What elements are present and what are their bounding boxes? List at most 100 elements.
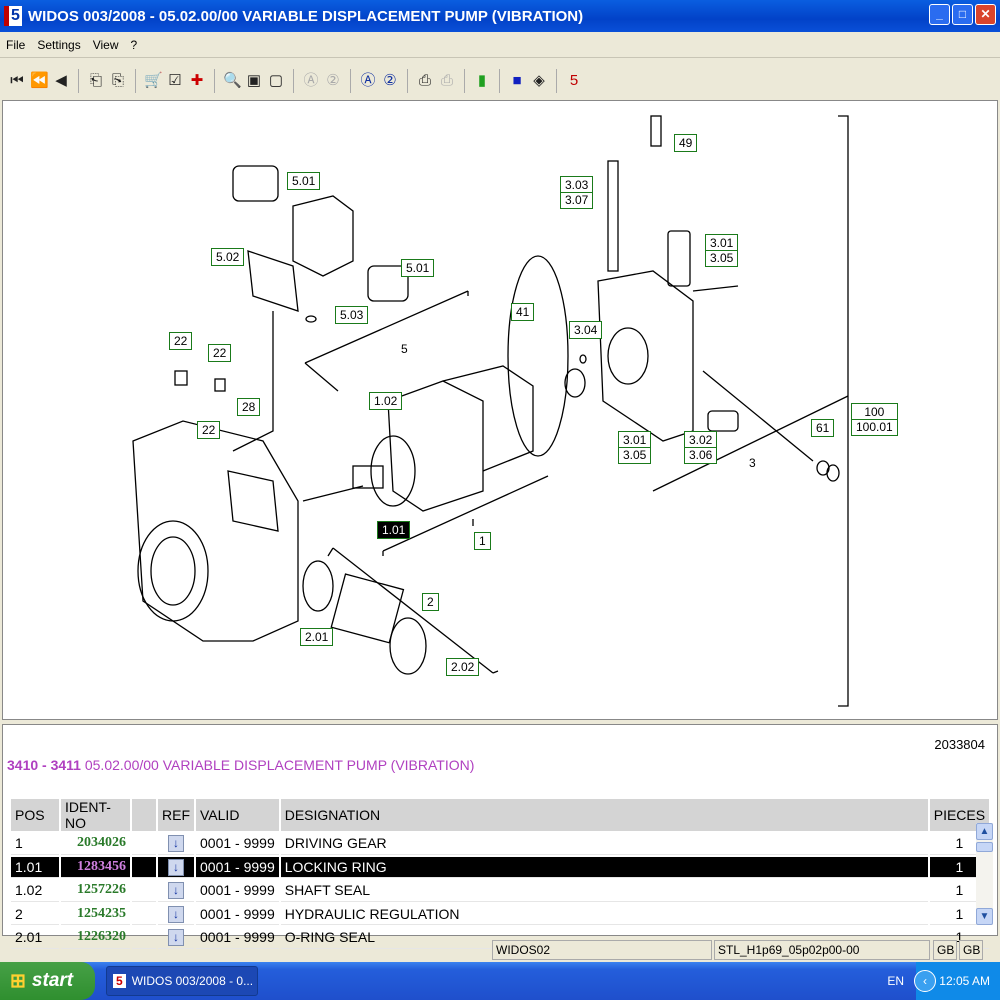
toolbar-separator — [293, 69, 294, 93]
callout-22[interactable]: 22 — [197, 421, 221, 439]
eu-flag-icon[interactable]: ■ — [508, 70, 526, 92]
cell-pos: 2 — [11, 904, 59, 925]
menu-settings[interactable]: Settings — [37, 38, 80, 52]
toolbar-separator — [78, 69, 79, 93]
minimize-button[interactable]: _ — [929, 4, 950, 25]
taskbar-widos-window[interactable]: 5 WIDOS 003/2008 - 0... — [106, 966, 258, 996]
callout-3-01[interactable]: 3.01 3.05 — [618, 431, 652, 464]
assembly-ident: 2033804 — [934, 737, 985, 752]
ref-arrow-button[interactable]: ↓ — [168, 858, 184, 876]
toolbar-separator — [407, 69, 408, 93]
callout-22[interactable]: 22 — [208, 344, 232, 362]
table-row[interactable]: 2 1254235 ↓ 0001 - 9999 HYDRAULIC REGULA… — [11, 904, 990, 925]
callout-28[interactable]: 28 — [237, 398, 261, 416]
cell-designation: HYDRAULIC REGULATION — [280, 904, 928, 925]
cell-ident[interactable]: 1283456 — [61, 856, 130, 878]
table-row[interactable]: 1.02 1257226 ↓ 0001 - 9999 SHAFT SEAL 1 — [11, 880, 990, 902]
callout-100[interactable]: 100 100.01 — [851, 403, 898, 436]
table-row[interactable]: 1.01 1283456 ↓ 0001 - 9999 LOCKING RING … — [11, 856, 990, 878]
callout-2-01[interactable]: 2.01 — [300, 628, 334, 646]
callout-5-01[interactable]: 5.01 — [401, 259, 435, 277]
callout-2-02[interactable]: 2.02 — [446, 658, 480, 676]
scroll-down-button[interactable]: ▼ — [976, 908, 993, 925]
zoom-in-icon[interactable]: 🔍 — [223, 70, 242, 92]
callout-text: 3.05 — [619, 447, 651, 462]
checklist-icon[interactable]: ☑ — [166, 70, 184, 92]
windows-logo-icon: ⊞ — [10, 970, 26, 992]
cell-ident[interactable]: 1257226 — [61, 880, 130, 902]
page-view-icon[interactable]: ▣ — [245, 70, 263, 92]
callout-3[interactable]: 3 — [749, 456, 756, 470]
language-indicator[interactable]: EN — [887, 974, 904, 988]
scroll-thumb[interactable] — [976, 842, 993, 852]
cell-blank — [132, 904, 156, 925]
app-logo-icon: 5 — [4, 6, 22, 26]
status-lang2: GB — [959, 940, 983, 960]
callout-41[interactable]: 41 — [511, 303, 535, 321]
callout-5-01[interactable]: 5.01 — [287, 172, 321, 190]
search-a-icon[interactable]: Ⓐ — [359, 70, 377, 92]
cell-ref: ↓ — [158, 904, 194, 925]
app-logo-icon[interactable]: 5 — [565, 70, 583, 92]
ref-arrow-button[interactable]: ↓ — [168, 905, 184, 923]
close-button[interactable]: ✕ — [975, 4, 996, 25]
parts-table: POS IDENT-NO REF VALID DESIGNATION PIECE… — [9, 797, 991, 951]
clock: 12:05 AM — [939, 974, 990, 988]
cell-ident[interactable]: 2034026 — [61, 833, 130, 855]
callout-text: 3.01 — [623, 433, 647, 447]
callout-3-02[interactable]: 3.02 3.06 — [684, 431, 718, 464]
cart-icon[interactable]: 🛒 — [144, 70, 163, 92]
callout-1[interactable]: 1 — [474, 532, 491, 550]
callout-5-02[interactable]: 5.02 — [211, 248, 245, 266]
col-pos[interactable]: POS — [11, 799, 59, 831]
col-ref[interactable]: REF — [158, 799, 194, 831]
page-prev-icon[interactable]: ⎗ — [87, 70, 105, 92]
callout-text: 3.02 — [689, 433, 713, 447]
page-icon[interactable]: ▢ — [267, 70, 285, 92]
print-icon[interactable]: ⎙ — [416, 70, 434, 92]
scroll-up-button[interactable]: ▲ — [976, 823, 993, 840]
callout-1-01-selected[interactable]: 1.01 — [377, 521, 411, 539]
tray-expand-icon[interactable]: ‹ — [914, 970, 936, 992]
cell-blank — [132, 833, 156, 855]
add-red-cross-icon[interactable]: ✚ — [188, 70, 206, 92]
window-title: WIDOS 003/2008 - 05.02.00/00 VARIABLE DI… — [28, 7, 584, 25]
col-valid[interactable]: VALID — [196, 799, 279, 831]
search-a-disabled-icon: Ⓐ — [303, 72, 319, 89]
page-next-icon[interactable]: ⎘ — [109, 70, 127, 92]
cell-ident[interactable]: 1254235 — [61, 904, 130, 925]
col-ident[interactable]: IDENT-NO — [61, 799, 130, 831]
parts-scrollbar[interactable]: ▲ ▼ — [976, 823, 993, 925]
menu-file[interactable]: File — [6, 38, 25, 52]
table-row[interactable]: 1 2034026 ↓ 0001 - 9999 DRIVING GEAR 1 — [11, 833, 990, 855]
menu-help[interactable]: ? — [131, 38, 138, 52]
callout-text: 3.03 — [565, 178, 589, 192]
ref-arrow-button[interactable]: ↓ — [168, 835, 184, 853]
callout-3-01[interactable]: 3.01 3.05 — [705, 234, 739, 267]
maximize-button[interactable]: □ — [952, 4, 973, 25]
callout-2[interactable]: 2 — [422, 593, 439, 611]
cell-pos: 1 — [11, 833, 59, 855]
callout-3-03[interactable]: 3.03 3.07 — [560, 176, 594, 209]
callout-61[interactable]: 61 — [811, 419, 835, 437]
callout-22[interactable]: 22 — [169, 332, 193, 350]
back-icon[interactable]: ◀ — [52, 70, 70, 92]
first-icon[interactable]: ⏮ — [8, 70, 26, 92]
print-disabled-icon: ⎙ — [440, 72, 453, 89]
eraser-icon[interactable]: ◈ — [530, 70, 548, 92]
cell-blank — [132, 856, 156, 878]
start-label: start — [31, 970, 74, 991]
callout-5-03[interactable]: 5.03 — [335, 306, 369, 324]
start-button[interactable]: ⊞ start — [0, 962, 95, 1000]
callout-3-04[interactable]: 3.04 — [569, 321, 603, 339]
search-2-icon[interactable]: ② — [381, 70, 399, 92]
fast-back-icon[interactable]: ⏪ — [30, 70, 49, 92]
ref-arrow-button[interactable]: ↓ — [168, 882, 184, 900]
menu-view[interactable]: View — [93, 38, 119, 52]
col-designation[interactable]: DESIGNATION — [280, 799, 928, 831]
callout-5[interactable]: 5 — [401, 342, 408, 356]
callout-1-02[interactable]: 1.02 — [369, 392, 403, 410]
callout-49[interactable]: 49 — [674, 134, 698, 152]
status-database: WIDOS02 — [492, 940, 712, 960]
notepad-icon[interactable]: ▮ — [473, 70, 491, 92]
